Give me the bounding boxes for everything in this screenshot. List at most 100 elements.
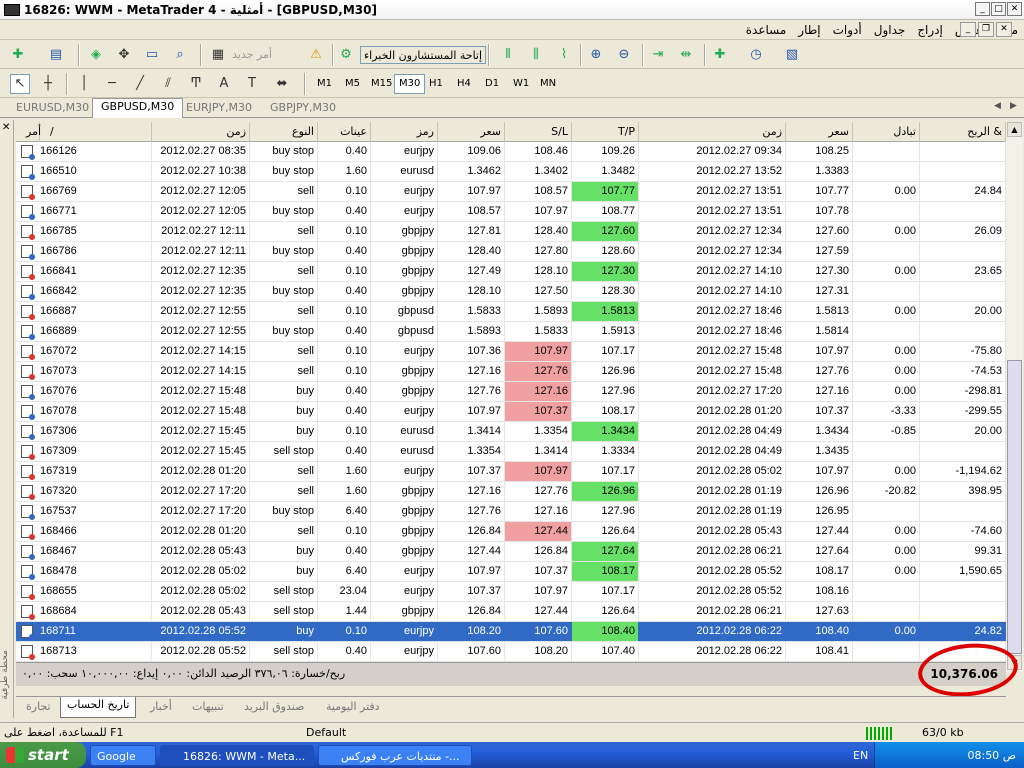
timeframe-m30[interactable]: M30: [394, 74, 426, 94]
fibonacci-icon[interactable]: Ͳ: [186, 74, 206, 94]
expert-advisors-button[interactable]: إتاحة المستشارون الخبراء: [360, 46, 487, 64]
menu-help[interactable]: مساعدة: [740, 23, 793, 37]
indicators-icon[interactable]: ✚: [710, 45, 730, 65]
table-row[interactable]: 167319 2012.02.28 01:20 sell 1.60 eurjpy 107.…: [16, 462, 1006, 482]
start-button[interactable]: start: [0, 742, 86, 768]
table-row[interactable]: 168478 2012.02.28 05:02 buy 6.40 eurjpy 107.9…: [16, 562, 1006, 582]
table-row[interactable]: 168713 2012.02.28 05:52 sell stop 0.40 eurjp…: [16, 642, 1006, 662]
mdi-close-button[interactable]: ✕: [996, 22, 1012, 37]
table-row[interactable]: 167320 2012.02.27 17:20 sell 1.60 gbpjpy 127.…: [16, 482, 1006, 502]
taskbar-metatrader[interactable]: 16826: WWM - Meta...: [160, 745, 314, 766]
tab-mailbox[interactable]: صندوق البريد: [238, 699, 310, 717]
taskbar-google[interactable]: Google: [90, 745, 156, 766]
language-indicator[interactable]: EN: [853, 749, 868, 762]
profiles-icon[interactable]: ▤: [46, 45, 66, 65]
chart-tab-gbpjpy[interactable]: GBPJPY,M30: [262, 100, 344, 118]
vertical-line-icon[interactable]: │: [74, 74, 94, 94]
close-button[interactable]: ✕: [1007, 2, 1022, 16]
scroll-up-icon[interactable]: ▲: [1007, 122, 1022, 137]
chart-shift-icon[interactable]: ⇹: [676, 45, 696, 65]
table-row[interactable]: 166842 2012.02.27 12:35 buy stop 0.40 gbpjpy…: [16, 282, 1006, 302]
timeframe-m15[interactable]: M15: [366, 74, 397, 94]
strategy-tester-icon[interactable]: ⌕: [170, 45, 190, 65]
table-row[interactable]: 167309 2012.02.27 15:45 sell stop 0.40 eurus…: [16, 442, 1006, 462]
vertical-scrollbar[interactable]: ▲ ▼: [1006, 122, 1023, 672]
channel-icon[interactable]: ⫽: [158, 74, 178, 94]
timeframe-m1[interactable]: M1: [312, 74, 337, 94]
table-row[interactable]: 166887 2012.02.27 12:55 sell 0.10 gbpusd 1.58…: [16, 302, 1006, 322]
mdi-restore-button[interactable]: ❐: [978, 22, 994, 37]
table-row[interactable]: 166510 2012.02.27 10:38 buy stop 1.60 eurusd…: [16, 162, 1006, 182]
column-header[interactable]: الربح &: [920, 122, 1006, 142]
timeframe-mn[interactable]: MN: [535, 74, 561, 94]
chart-tab-gbpusd[interactable]: GBPUSD,M30: [92, 98, 184, 118]
minimize-button[interactable]: _: [975, 2, 990, 16]
column-header[interactable]: S/L: [505, 122, 572, 142]
table-row[interactable]: 167076 2012.02.27 15:48 buy 0.40 gbpjpy 127.7…: [16, 382, 1006, 402]
table-row[interactable]: 166771 2012.02.27 12:05 buy stop 0.40 eurjpy…: [16, 202, 1006, 222]
table-row[interactable]: 166841 2012.02.27 12:35 sell 0.10 gbpjpy 127.…: [16, 262, 1006, 282]
timeframe-w1[interactable]: W1: [508, 74, 534, 94]
timeframe-d1[interactable]: D1: [480, 74, 504, 94]
line-chart-icon[interactable]: ⌇: [554, 45, 574, 65]
column-header[interactable]: /: [40, 122, 152, 142]
horizontal-line-icon[interactable]: ─: [102, 74, 122, 94]
maximize-button[interactable]: □: [991, 2, 1006, 16]
table-row[interactable]: 167078 2012.02.27 15:48 buy 0.40 eurjpy 107.9…: [16, 402, 1006, 422]
table-row[interactable]: 167072 2012.02.27 14:15 sell 0.10 eurjpy 107.…: [16, 342, 1006, 362]
column-header[interactable]: رمز: [371, 122, 438, 142]
table-row[interactable]: 168684 2012.02.28 05:43 sell stop 1.44 gbpjp…: [16, 602, 1006, 622]
text-icon[interactable]: A: [214, 74, 234, 94]
arrows-icon[interactable]: ⬌: [272, 74, 292, 94]
table-row[interactable]: 168466 2012.02.28 01:20 sell 0.10 gbpjpy 126.…: [16, 522, 1006, 542]
table-row[interactable]: 166769 2012.02.27 12:05 sell 0.10 eurjpy 107.…: [16, 182, 1006, 202]
zoom-in-icon[interactable]: ⊕: [586, 45, 606, 65]
table-row[interactable]: 168655 2012.02.28 05:02 sell stop 23.04 eurj…: [16, 582, 1006, 602]
tab-trade[interactable]: تجارة: [20, 699, 57, 717]
taskbar-forum[interactable]: منتديات عرب فوركس -...: [318, 745, 472, 766]
column-header[interactable]: سعر: [438, 122, 505, 142]
bar-chart-icon[interactable]: ⫴: [498, 45, 518, 65]
new-order-button[interactable]: أمر جديد: [232, 46, 272, 64]
navigator-icon[interactable]: ✥: [114, 45, 134, 65]
column-header[interactable]: T/P: [572, 122, 639, 142]
tab-account-history[interactable]: تاريخ الحساب: [60, 697, 137, 718]
market-watch-icon[interactable]: ◈: [86, 45, 106, 65]
table-row[interactable]: 166889 2012.02.27 12:55 buy stop 0.40 gbpusd…: [16, 322, 1006, 342]
table-row[interactable]: 167073 2012.02.27 14:15 sell 0.10 gbpjpy 127.…: [16, 362, 1006, 382]
column-header[interactable]: عينات: [318, 122, 371, 142]
terminal-icon[interactable]: ▭: [142, 45, 162, 65]
menu-tools[interactable]: أدوات: [827, 23, 868, 37]
table-row[interactable]: 166785 2012.02.27 12:11 sell 0.10 gbpjpy 127.…: [16, 222, 1006, 242]
column-header[interactable]: زمن: [639, 122, 786, 142]
chart-tab-eurjpy[interactable]: EURJPY,M30: [178, 100, 260, 118]
menu-charts[interactable]: جداول: [868, 23, 912, 37]
auto-scroll-icon[interactable]: ⇥: [648, 45, 668, 65]
zoom-out-icon[interactable]: ⊖: [614, 45, 634, 65]
expert-advisors-icon[interactable]: ⚙: [336, 45, 356, 65]
table-row[interactable]: 166126 2012.02.27 08:35 buy stop 0.40 eurjpy…: [16, 142, 1006, 162]
terminal-close-icon[interactable]: ✕: [2, 122, 10, 133]
chart-tab-eurusd[interactable]: EURUSD,M30: [8, 100, 97, 118]
timeframe-h4[interactable]: H4: [452, 74, 476, 94]
table-row[interactable]: 167306 2012.02.27 15:45 buy 0.10 eurusd 1.341…: [16, 422, 1006, 442]
new-chart-icon[interactable]: ✚: [8, 45, 28, 65]
scroll-thumb[interactable]: [1007, 360, 1022, 654]
menu-insert[interactable]: إدراج: [911, 23, 949, 37]
new-order-icon[interactable]: ▦: [208, 45, 228, 65]
tab-news[interactable]: أخبار: [144, 699, 178, 717]
table-row[interactable]: 166786 2012.02.27 12:11 buy stop 0.40 gbpjpy…: [16, 242, 1006, 262]
column-header[interactable]: النوع: [250, 122, 318, 142]
table-row[interactable]: 168467 2012.02.28 05:43 buy 0.40 gbpjpy 127.4…: [16, 542, 1006, 562]
tab-alerts[interactable]: تنبيهات: [186, 699, 230, 717]
meta-editor-icon[interactable]: ⚠: [306, 45, 326, 65]
tab-journal[interactable]: دفتر اليومية: [320, 699, 386, 717]
column-header[interactable]: أمر: [16, 122, 41, 142]
column-header[interactable]: زمن: [152, 122, 250, 142]
column-header[interactable]: سعر: [786, 122, 853, 142]
menu-window[interactable]: إطار: [792, 23, 826, 37]
crosshair-icon[interactable]: ┼: [38, 74, 58, 94]
templates-icon[interactable]: ▧: [782, 45, 802, 65]
column-header[interactable]: تبادل: [853, 122, 920, 142]
trendline-icon[interactable]: ╱: [130, 74, 150, 94]
